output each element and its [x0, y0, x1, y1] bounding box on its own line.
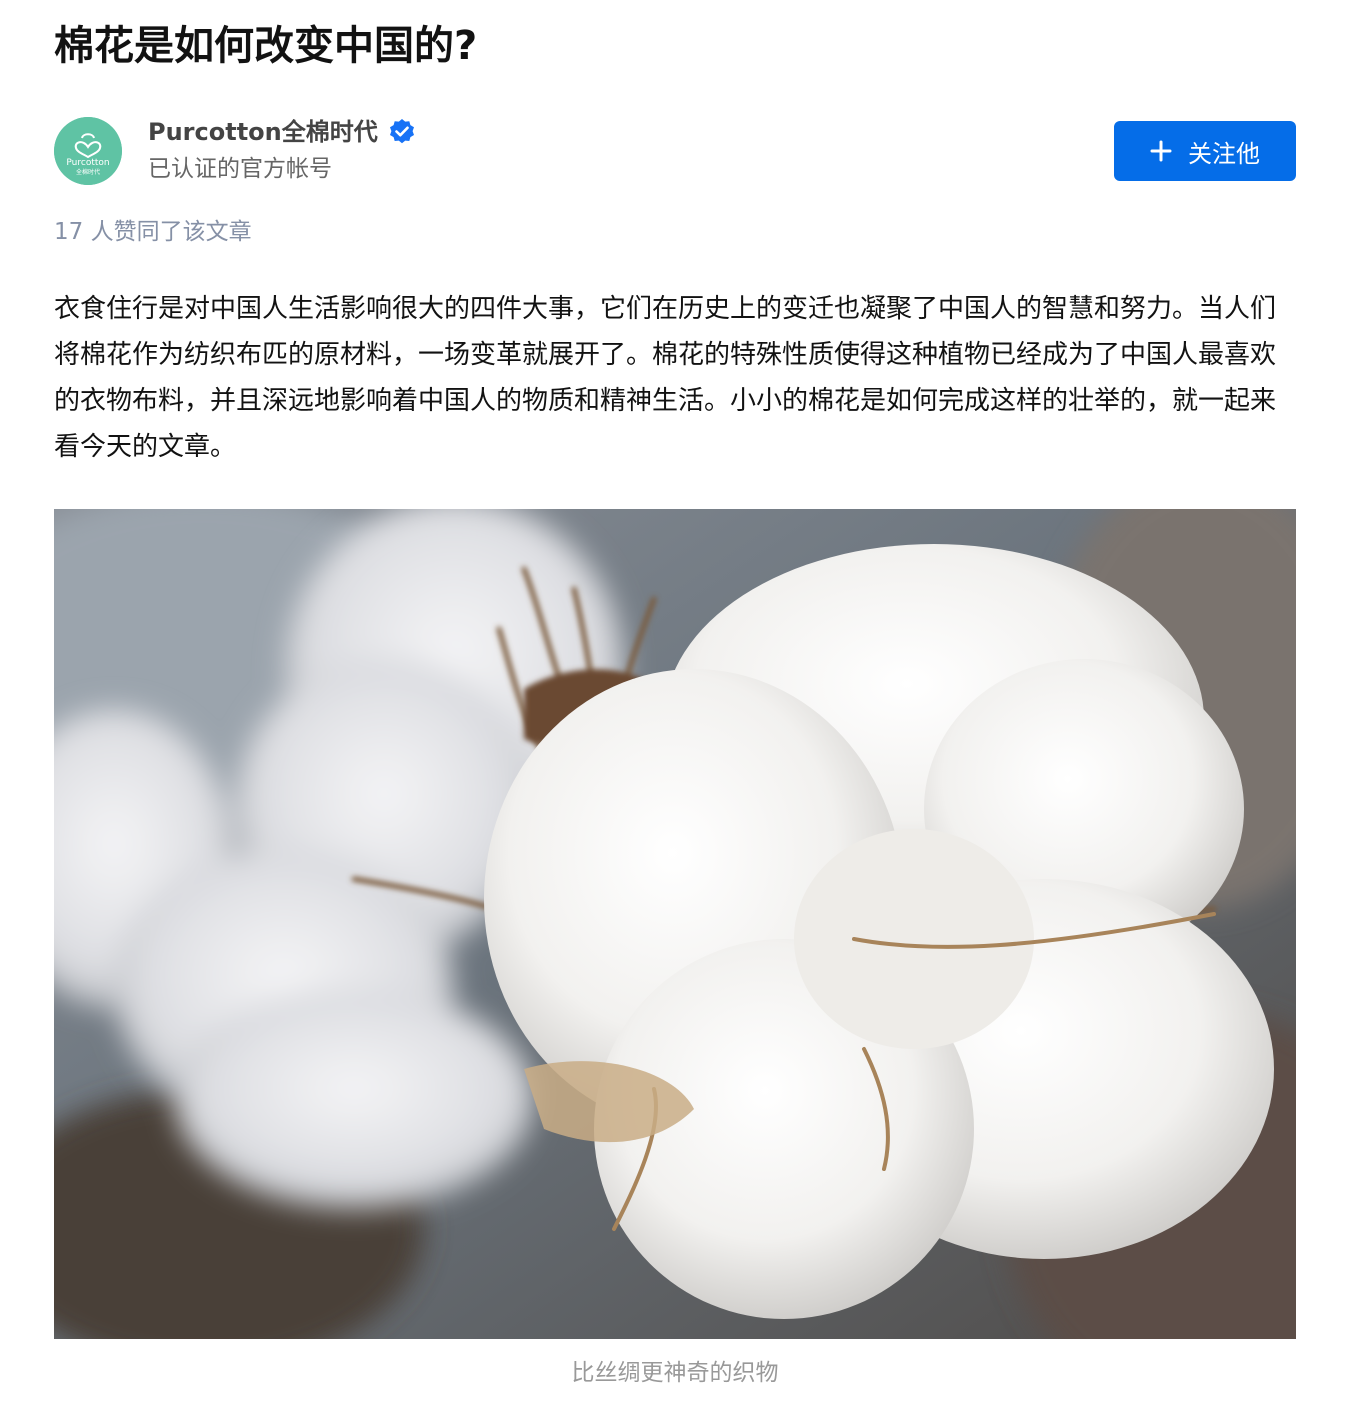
avatar-logo-subtext: 全棉时代: [76, 168, 100, 176]
author-name-row: Purcotton全棉时代: [148, 117, 416, 147]
article-body: 衣食住行是对中国人生活影响很大的四件大事，它们在历史上的变迁也凝聚了中国人的智慧…: [54, 294, 1277, 462]
article-title: 棉花是如何改变中国的?: [54, 23, 478, 69]
cotton-boll-photo[interactable]: [54, 509, 1296, 1339]
likes-count[interactable]: 17 人赞同了该文章: [54, 215, 252, 249]
author-description: 已认证的官方帐号: [148, 156, 332, 182]
cotton-image: [54, 509, 1296, 1339]
follow-button-label: 关注他: [1188, 139, 1260, 168]
image-caption: 比丝绸更神奇的织物: [571, 1360, 779, 1386]
author-avatar[interactable]: Purcotton 全棉时代: [54, 117, 122, 185]
author-name[interactable]: Purcotton全棉时代: [148, 117, 378, 147]
avatar-logo-text: Purcotton: [66, 158, 109, 168]
follow-button[interactable]: 关注他: [1114, 121, 1296, 181]
plus-icon: [1150, 140, 1172, 162]
verified-badge-icon: [388, 118, 416, 146]
avatar-logo: Purcotton 全棉时代: [54, 117, 122, 185]
author-card: Purcotton 全棉时代 Purcotton全棉时代 已认证的官方帐号 关注…: [54, 117, 1296, 185]
